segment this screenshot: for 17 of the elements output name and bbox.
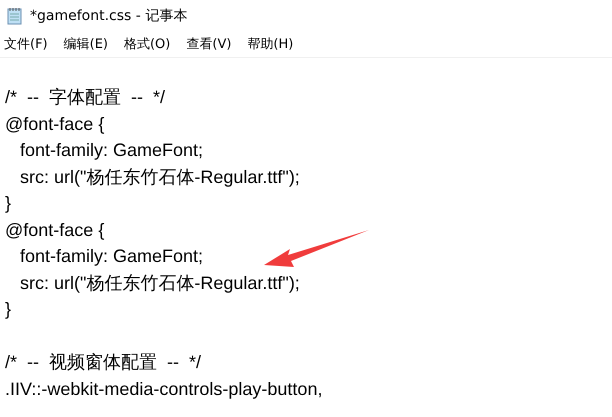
code-line: font-family: GameFont; [19,139,204,162]
menu-item[interactable]: 编辑(E) [64,34,108,54]
menu-item[interactable]: 帮助(H) [247,34,294,54]
menu-item[interactable]: 查看(V) [186,34,232,54]
code-line: src: url("杨任东竹石体-Regular.ttf"); [19,272,300,295]
code-line: @font-face { [5,218,104,242]
code-line: @font-face { [5,112,104,136]
code-line: } [5,192,12,216]
code-line: font-family: GameFont; [19,245,204,268]
menu-item[interactable]: 文件(F) [4,34,48,54]
window-title: *gamefont.css - 记事本 [30,6,188,26]
code-line: .IIV::-webkit-media-controls-play-button, [5,378,322,401]
code-line: } [5,298,12,322]
menu-item[interactable]: 格式(O) [124,34,170,54]
code-line: /* -- 视频窗体配置 -- */ [5,351,201,374]
code-line: /* -- 字体配置 -- */ [5,86,165,110]
code-line: src: url("杨任东竹石体-Regular.ttf"); [19,166,300,189]
